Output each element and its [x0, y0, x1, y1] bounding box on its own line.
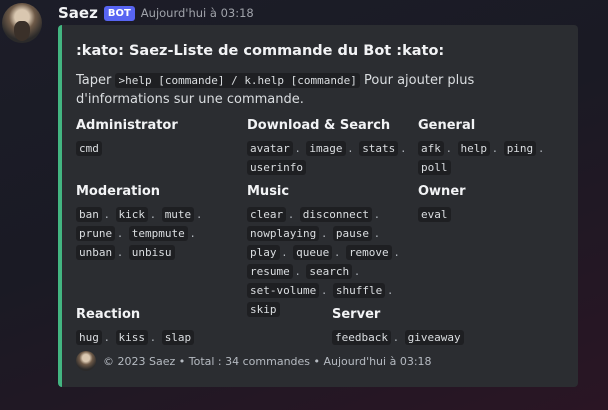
command-separator: .	[289, 207, 293, 221]
bot-badge: BOT	[103, 5, 135, 21]
command-separator: .	[393, 330, 398, 344]
username[interactable]: Saez	[58, 4, 98, 22]
command-separator: .	[355, 264, 359, 278]
field-commands: clear. disconnect. nowplaying. pause. pl…	[247, 205, 412, 319]
command-separator: .	[375, 207, 379, 221]
command-separator: .	[388, 283, 393, 297]
avatar-beard	[14, 21, 30, 41]
command-separator: .	[295, 264, 300, 278]
command-chip: clear	[247, 207, 287, 222]
command-separator: .	[375, 226, 379, 240]
field-commands: eval	[418, 205, 578, 224]
command-chip: play	[247, 245, 280, 260]
field-general: General afk. help. ping. poll	[418, 118, 578, 177]
command-chip: slap	[161, 330, 195, 345]
command-chip: prune	[76, 226, 116, 241]
command-chip: hug	[76, 330, 102, 345]
command-chip: image	[306, 141, 346, 156]
command-chip: mute	[161, 207, 195, 222]
field-name: Server	[332, 307, 381, 322]
embed-description: Taper >help [commande] / k.help [command…	[76, 71, 566, 109]
command-chip: giveaway	[404, 330, 464, 345]
field-commands: cmd	[76, 139, 236, 158]
field-name: General	[418, 118, 476, 133]
command-separator: .	[446, 141, 451, 155]
command-chip: feedback	[332, 330, 391, 345]
command-chip: userinfo	[247, 160, 306, 175]
command-chip: pause	[332, 226, 373, 241]
field-commands: feedback. giveaway	[332, 328, 572, 347]
user-avatar[interactable]	[2, 3, 42, 43]
command-separator: .	[401, 141, 406, 155]
command-separator: .	[394, 245, 399, 259]
command-chip: search	[306, 264, 353, 279]
message-header: Saez BOT Aujourd'hui à 03:18	[58, 3, 254, 23]
command-separator: .	[118, 226, 122, 240]
command-chip: stats	[359, 141, 399, 156]
command-separator: .	[322, 283, 327, 297]
command-chip: shuffle	[332, 283, 386, 298]
command-separator: .	[282, 245, 287, 259]
command-chip: eval	[418, 207, 451, 222]
command-separator: .	[493, 141, 497, 155]
command-chip: tempmute	[128, 226, 188, 241]
command-chip: unbisu	[128, 245, 175, 260]
embed-footer: © 2023 Saez • Total : 34 commandes • Auj…	[76, 351, 432, 371]
description-code: >help [commande] / k.help [commande]	[115, 73, 360, 88]
field-moderation: Moderation ban. kick. mute. prune. tempm…	[76, 184, 241, 262]
command-chip: help	[457, 141, 491, 156]
command-chip: poll	[418, 160, 451, 175]
command-chip: ban	[76, 207, 102, 222]
description-prefix: Taper	[76, 73, 116, 88]
command-chip: cmd	[76, 141, 102, 156]
command-separator: .	[197, 207, 202, 221]
command-separator: .	[118, 245, 122, 259]
field-reaction: Reaction hug. kiss. slap	[76, 307, 316, 347]
field-administrator: Administrator cmd	[76, 118, 236, 158]
embed-card: :kato: Saez-Liste de commande du Bot :ka…	[58, 25, 578, 387]
field-commands: afk. help. ping. poll	[418, 139, 578, 177]
command-chip: queue	[293, 245, 333, 260]
command-chip: kiss	[115, 330, 149, 345]
command-chip: set-volume	[247, 283, 320, 298]
field-commands: avatar. image. stats. userinfo	[247, 139, 412, 177]
field-name: Music	[247, 184, 290, 199]
field-commands: ban. kick. mute. prune. tempmute. unban.…	[76, 205, 241, 262]
command-chip: resume	[247, 264, 293, 279]
field-music: Music clear. disconnect. nowplaying. pau…	[247, 184, 412, 319]
field-name: Reaction	[76, 307, 141, 322]
command-separator: .	[348, 141, 353, 155]
command-separator: .	[151, 330, 155, 344]
command-separator: .	[539, 141, 544, 155]
command-chip: afk	[418, 141, 444, 156]
field-download-search: Download & Search avatar. image. stats. …	[247, 118, 412, 177]
field-name: Moderation	[76, 184, 161, 199]
command-chip: disconnect	[299, 207, 373, 222]
command-chip: nowplaying	[247, 226, 320, 241]
command-chip: unban	[76, 245, 116, 260]
command-separator: .	[190, 226, 195, 240]
footer-text: © 2023 Saez • Total : 34 commandes • Auj…	[103, 354, 432, 368]
command-chip: ping	[503, 141, 537, 156]
field-owner: Owner eval	[418, 184, 578, 224]
footer-avatar-icon	[76, 351, 96, 371]
command-separator: .	[322, 226, 327, 240]
message-timestamp[interactable]: Aujourd'hui à 03:18	[141, 6, 254, 20]
field-name: Owner	[418, 184, 466, 199]
command-chip: avatar	[247, 141, 293, 156]
command-chip: kick	[115, 207, 149, 222]
command-separator: .	[104, 330, 109, 344]
field-server: Server feedback. giveaway	[332, 307, 572, 347]
embed-title: :kato: Saez-Liste de commande du Bot :ka…	[76, 43, 445, 59]
command-separator: .	[104, 207, 109, 221]
command-chip: remove	[345, 245, 392, 260]
field-name: Administrator	[76, 118, 178, 133]
command-separator: .	[335, 245, 340, 259]
field-name: Download & Search	[247, 118, 391, 133]
field-commands: hug. kiss. slap	[76, 328, 316, 347]
command-separator: .	[295, 141, 300, 155]
command-separator: .	[151, 207, 155, 221]
